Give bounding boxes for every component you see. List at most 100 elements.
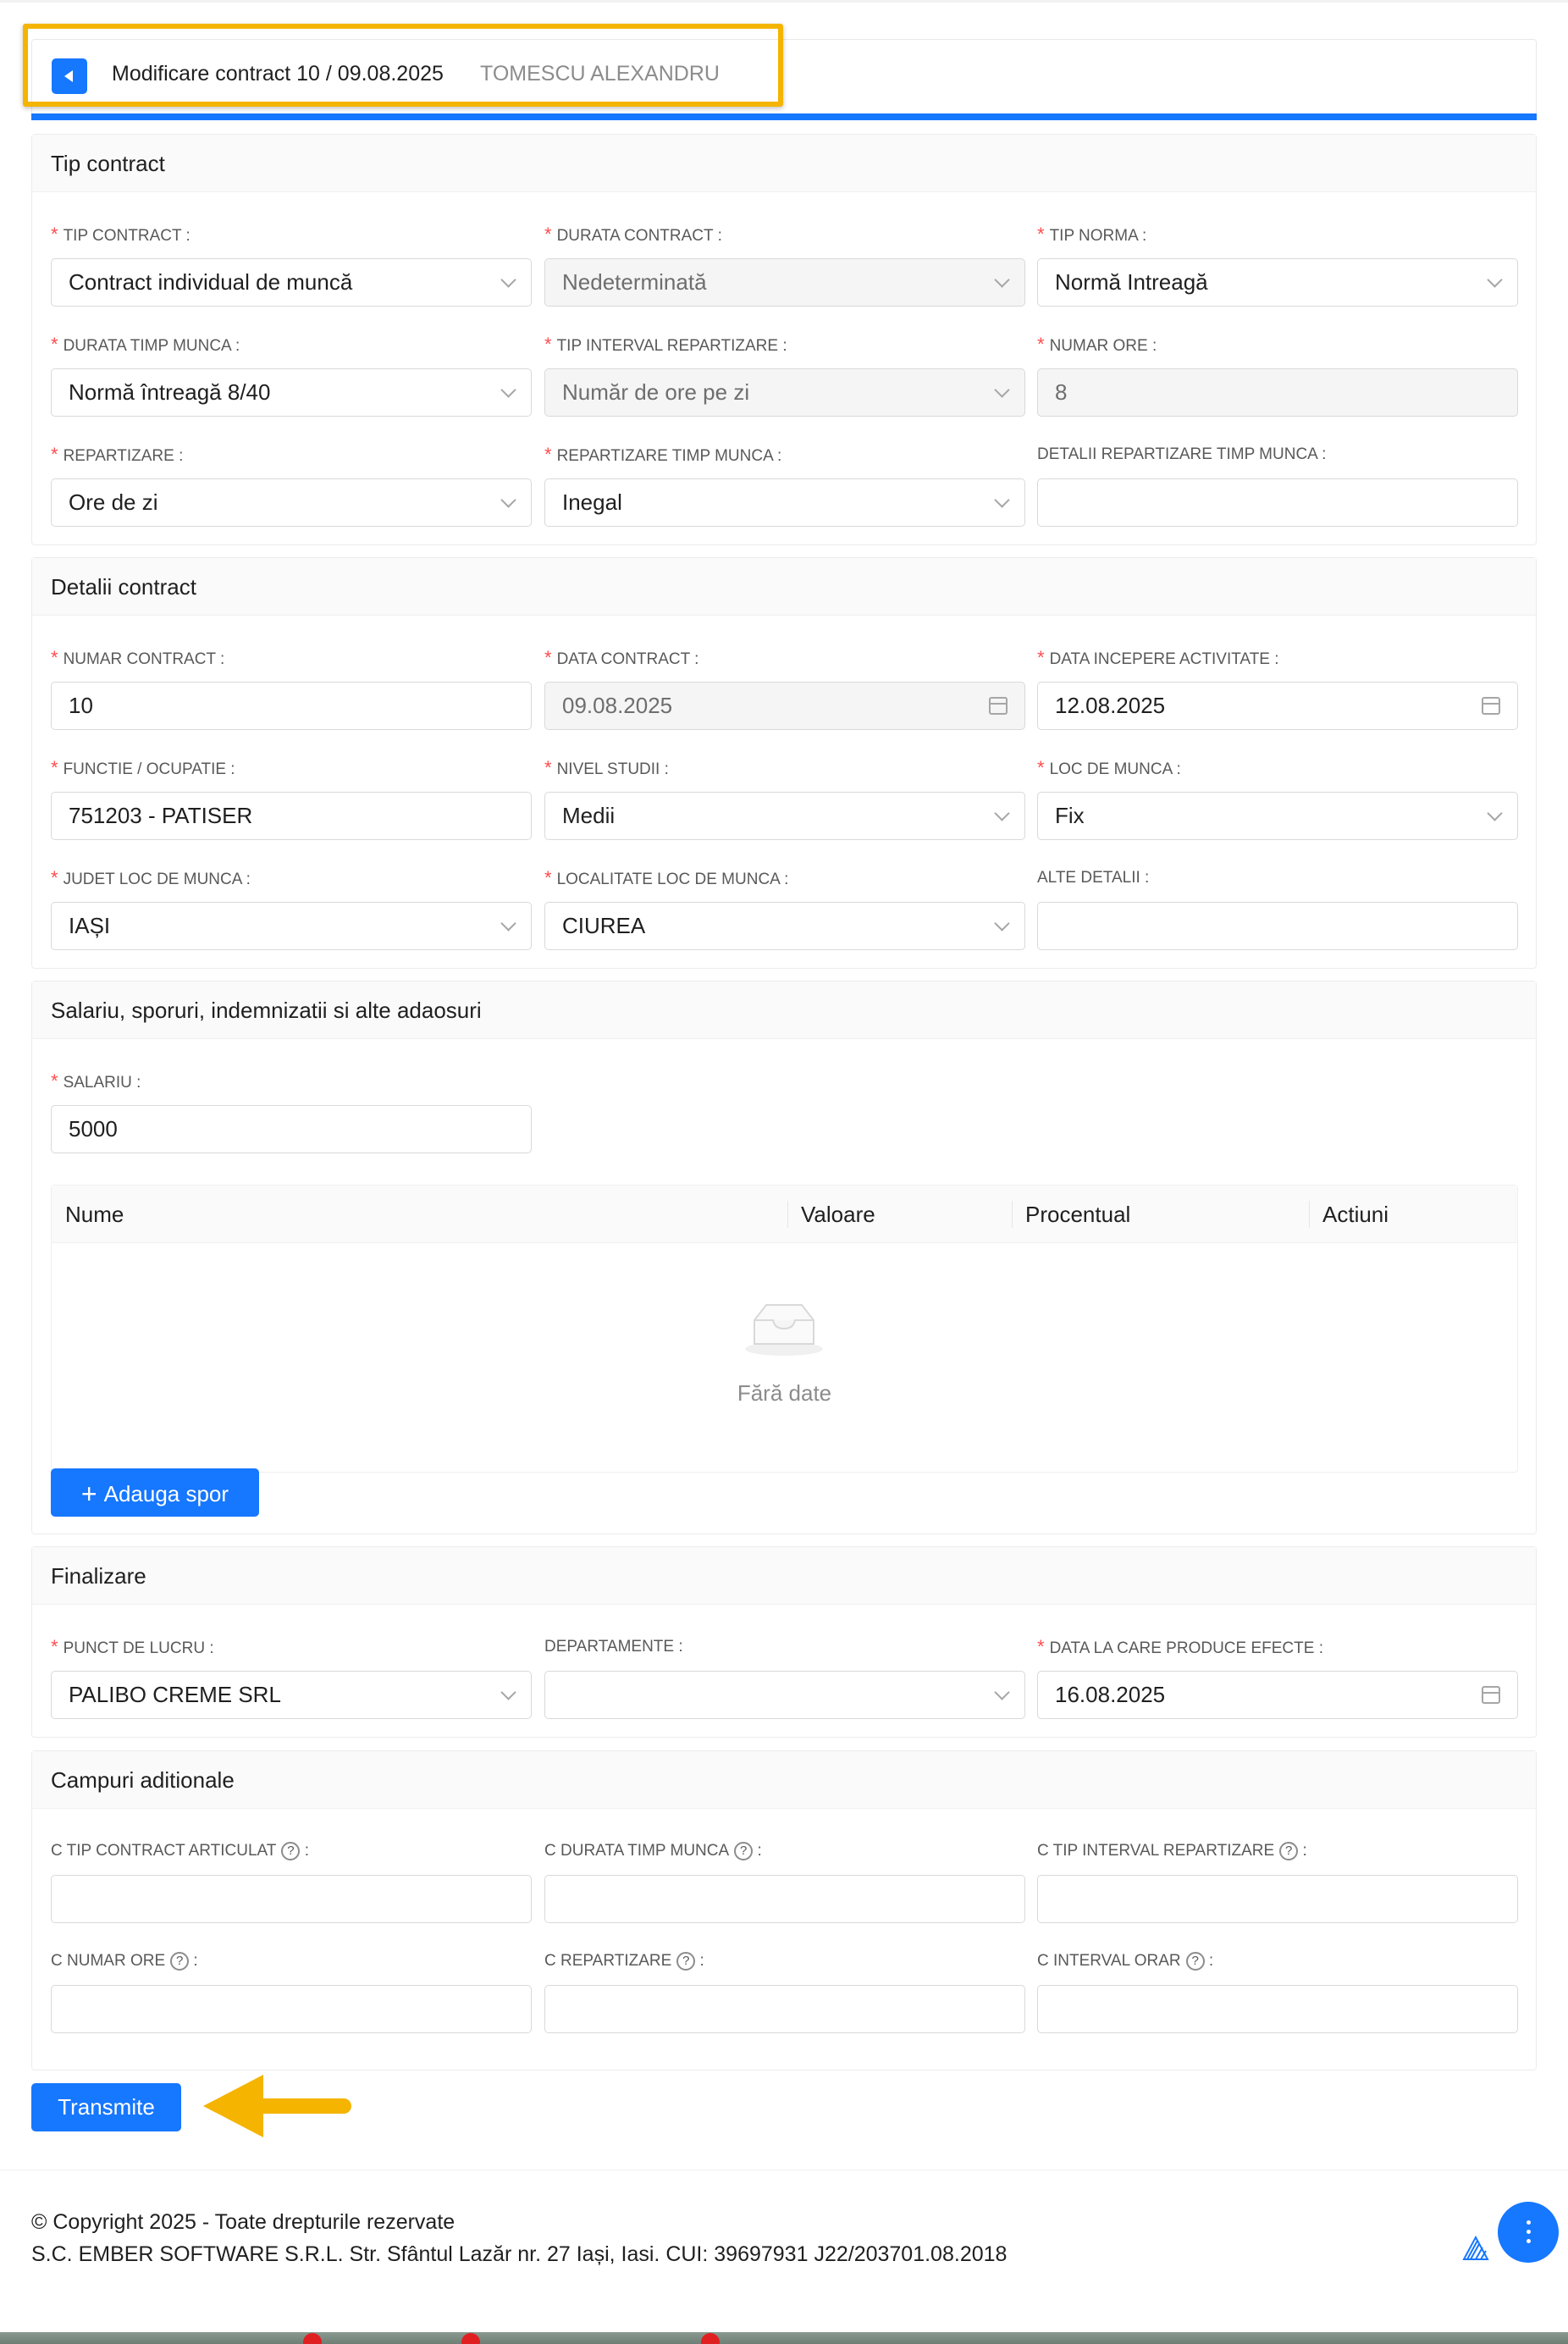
chevron-down-icon	[994, 915, 1010, 932]
field-nivel-studii: * NIVEL STUDII : Medii	[544, 758, 1025, 840]
required-mark: *	[1037, 647, 1045, 668]
loc-de-munca-select[interactable]: Fix	[1037, 792, 1518, 840]
field-label: TIP NORMA :	[1049, 227, 1147, 245]
required-mark: *	[51, 1070, 58, 1092]
plus-icon: +	[80, 1479, 97, 1509]
durata-contract-select[interactable]: Nedeterminată	[544, 258, 1025, 307]
field-punct-de-lucru: * PUNCT DE LUCRU : PALIBO CREME SRL	[51, 1637, 532, 1719]
footer-company: S.C. EMBER SOFTWARE S.R.L. Str. Sfântul …	[31, 2242, 1008, 2266]
field-label: REPARTIZARE :	[63, 447, 184, 465]
taskbar-badge	[461, 2333, 480, 2344]
repartizare-select[interactable]: Ore de zi	[51, 478, 532, 527]
header-accent-bar	[31, 113, 1537, 120]
field-tip-contract: * TIP CONTRACT : Contract individual de m…	[51, 224, 532, 307]
input-value: 09.08.2025	[562, 693, 673, 718]
alte-detalii-input[interactable]	[1037, 902, 1518, 950]
salariu-input[interactable]: 5000	[51, 1105, 532, 1153]
column-header-valoare: Valoare	[787, 1186, 875, 1243]
required-mark: *	[544, 444, 552, 465]
chevron-down-icon	[1487, 272, 1503, 288]
sporuri-table: Nume Valoare Procentual Actiuni Fără dat…	[51, 1185, 1518, 1473]
input-value: 5000	[69, 1116, 118, 1142]
c-tip-interval-repartizare-input[interactable]	[1037, 1875, 1518, 1923]
question-circle-icon[interactable]: ?	[1279, 1841, 1299, 1860]
field-label: SALARIU :	[63, 1074, 141, 1092]
judet-select[interactable]: IAȘI	[51, 902, 532, 950]
punct-de-lucru-select[interactable]: PALIBO CREME SRL	[51, 1671, 532, 1719]
select-value: Număr de ore pe zi	[562, 379, 750, 405]
question-circle-icon[interactable]: ?	[1185, 1951, 1205, 1971]
c-tip-contract-articulat-input[interactable]	[51, 1875, 532, 1923]
required-mark: *	[1037, 1636, 1045, 1657]
select-value: Inegal	[562, 489, 622, 515]
label-colon: :	[757, 1842, 762, 1860]
field-departamente: DEPARTAMENTE :	[544, 1637, 1025, 1719]
question-circle-icon[interactable]: ?	[734, 1841, 754, 1860]
field-tip-interval: * TIP INTERVAL REPARTIZARE : Număr de ore…	[544, 334, 1025, 417]
calendar-icon	[1482, 1686, 1500, 1704]
field-loc-de-munca: * LOC DE MUNCA : Fix	[1037, 758, 1518, 840]
required-mark: *	[544, 647, 552, 668]
more-vertical-button[interactable]	[1498, 2202, 1559, 2263]
detalii-repartizare-input[interactable]	[1037, 478, 1518, 527]
tip-norma-select[interactable]: Normă Intreagă	[1037, 258, 1518, 307]
c-repartizare-input[interactable]	[544, 1985, 1025, 2033]
field-c-tip-interval-repartizare: C TIP INTERVAL REPARTIZARE? :	[1037, 1841, 1518, 1923]
question-circle-icon[interactable]: ?	[170, 1951, 190, 1971]
field-label: FUNCTIE / OCUPATIE :	[63, 760, 235, 778]
select-value: Contract individual de muncă	[69, 269, 353, 295]
nivel-studii-select[interactable]: Medii	[544, 792, 1025, 840]
field-label: REPARTIZARE TIMP MUNCA :	[556, 447, 782, 465]
taskbar-strip	[0, 2332, 1568, 2344]
tip-contract-select[interactable]: Contract individual de muncă	[51, 258, 532, 307]
functie-input[interactable]: 751203 - PATISER	[51, 792, 532, 840]
field-label: C DURATA TIMP MUNCA	[544, 1842, 730, 1860]
required-mark: *	[51, 757, 58, 778]
field-localitate: * LOCALITATE LOC DE MUNCA : CIUREA	[544, 868, 1025, 950]
field-alte-detalii: ALTE DETALII :	[1037, 868, 1518, 950]
field-numar-contract: * NUMAR CONTRACT : 10	[51, 648, 532, 730]
chevron-down-icon	[500, 382, 516, 398]
numar-ore-input[interactable]: 8	[1037, 368, 1518, 417]
label-colon: :	[699, 1952, 704, 1970]
select-value: Normă întreagă 8/40	[69, 379, 271, 405]
card-finalizare: Finalizare * PUNCT DE LUCRU : PALIBO CREM…	[31, 1546, 1537, 1738]
c-numar-ore-input[interactable]	[51, 1985, 532, 2033]
field-label: DATA CONTRACT :	[556, 650, 699, 668]
field-label: LOC DE MUNCA :	[1049, 760, 1181, 778]
footer-copyright: © Copyright 2025 - Toate drepturile reze…	[31, 2210, 455, 2234]
required-mark: *	[544, 334, 552, 355]
data-incepere-datepicker[interactable]: 12.08.2025	[1037, 682, 1518, 730]
transmite-button[interactable]: Transmite	[31, 2083, 181, 2131]
card-salariu: Salariu, sporuri, indemnizatii si alte a…	[31, 981, 1537, 1534]
page-title: Modificare contract 10 / 09.08.2025	[112, 62, 444, 86]
question-circle-icon[interactable]: ?	[676, 1951, 696, 1971]
data-contract-datepicker[interactable]: 09.08.2025	[544, 682, 1025, 730]
durata-timp-munca-select[interactable]: Normă întreagă 8/40	[51, 368, 532, 417]
add-spor-button[interactable]: + Adauga spor	[51, 1468, 259, 1517]
tip-interval-select[interactable]: Număr de ore pe zi	[544, 368, 1025, 417]
field-label: C NUMAR ORE	[51, 1952, 166, 1970]
field-salariu: * SALARIU : 5000	[51, 1071, 532, 1153]
field-repartizare-timp-munca: * REPARTIZARE TIMP MUNCA : Inegal	[544, 445, 1025, 527]
question-circle-icon[interactable]: ?	[281, 1841, 301, 1860]
required-mark: *	[51, 1636, 58, 1657]
back-button[interactable]	[52, 58, 87, 94]
c-durata-timp-munca-input[interactable]	[544, 1875, 1025, 1923]
top-divider	[0, 0, 1568, 3]
chevron-down-icon	[994, 272, 1010, 288]
taskbar-badge	[303, 2333, 322, 2344]
repartizare-timp-munca-select[interactable]: Inegal	[544, 478, 1025, 527]
departamente-select[interactable]	[544, 1671, 1025, 1719]
numar-contract-input[interactable]: 10	[51, 682, 532, 730]
select-value: IAȘI	[69, 913, 111, 938]
section-title: Salariu, sporuri, indemnizatii si alte a…	[32, 981, 1536, 1039]
label-colon: :	[193, 1952, 198, 1970]
data-efecte-datepicker[interactable]: 16.08.2025	[1037, 1671, 1518, 1719]
localitate-select[interactable]: CIUREA	[544, 902, 1025, 950]
field-data-contract: * DATA CONTRACT : 09.08.2025	[544, 648, 1025, 730]
field-label: PUNCT DE LUCRU :	[63, 1639, 214, 1657]
label-colon: :	[1208, 1952, 1214, 1970]
c-interval-orar-input[interactable]	[1037, 1985, 1518, 2033]
employee-name: TOMESCU ALEXANDRU	[480, 62, 720, 86]
